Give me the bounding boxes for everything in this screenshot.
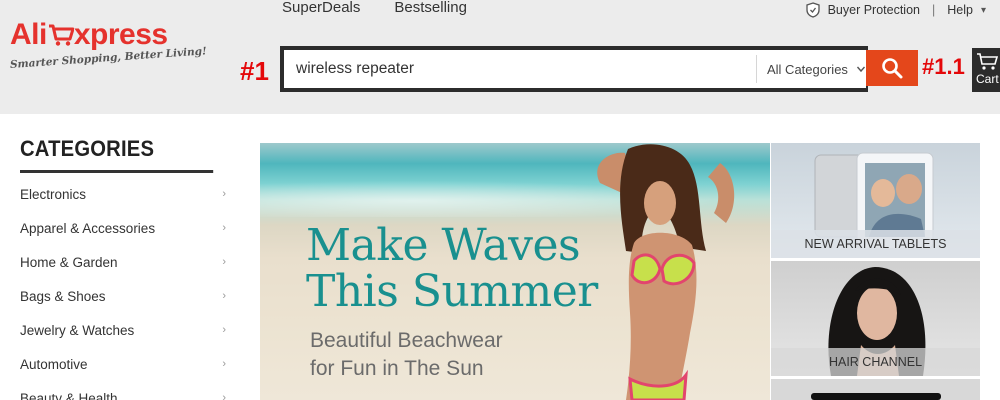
utility-separator: | — [932, 3, 936, 17]
nav-superdeals-link[interactable]: SuperDeals — [282, 0, 360, 20]
chevron-right-icon: › — [222, 392, 226, 400]
cart-button[interactable]: Cart — [972, 48, 1000, 92]
category-item-label: Apparel & Accessories — [20, 220, 156, 236]
banner-subheadline: Beautiful Beachwear for Fun in The Sun — [310, 327, 503, 383]
search-annotation-label: #1 — [240, 56, 269, 86]
category-item-beauty-health[interactable]: Beauty & Health › — [20, 381, 230, 400]
category-item-label: Automotive — [20, 356, 88, 372]
promo-tiles: NEW ARRIVAL TABLETS HAIR CHANNEL — [771, 143, 980, 400]
cart-icon — [977, 53, 999, 70]
search-icon — [882, 58, 903, 79]
tile-partial[interactable] — [771, 379, 980, 400]
top-nav: SuperDeals Bestselling — [282, 0, 467, 20]
chevron-right-icon: › — [222, 358, 226, 370]
buyer-protection-link[interactable]: Buyer Protection — [828, 3, 920, 17]
categories-list: Electronics › Apparel & Accessories › Home… — [20, 177, 230, 400]
chevron-right-icon: › — [222, 290, 226, 302]
category-item-apparel[interactable]: Apparel & Accessories › — [20, 211, 230, 245]
tile-label: NEW ARRIVAL TABLETS — [771, 230, 980, 258]
category-item-label: Bags & Shoes — [20, 288, 106, 304]
category-select-label: All Categories — [767, 61, 848, 77]
categories-title: CATEGORIES — [20, 136, 214, 173]
chevron-right-icon: › — [222, 256, 226, 268]
site-header: Ali xpress Smarter Shopping, Better Livin… — [0, 0, 1000, 114]
logo-text-ali: Ali — [10, 18, 47, 51]
tile-partial-image — [811, 393, 941, 400]
chevron-right-icon: › — [222, 222, 226, 234]
chevron-down-icon — [856, 66, 865, 73]
chevron-right-icon: › — [222, 324, 226, 336]
search-button[interactable] — [866, 50, 918, 86]
search-field-wrapper: All Categories — [284, 50, 866, 88]
nav-bestselling-link[interactable]: Bestselling — [394, 0, 467, 20]
banner-headline-line-2: This Summer — [306, 266, 598, 317]
banner-subheadline-line-1: Beautiful Beachwear — [310, 329, 503, 352]
category-item-label: Electronics — [20, 186, 87, 202]
tile-label: HAIR CHANNEL — [771, 348, 980, 376]
search-bar: All Categories — [280, 46, 868, 92]
category-item-label: Jewelry & Watches — [20, 322, 135, 338]
categories-panel: CATEGORIES Electronics › Apparel & Access… — [20, 136, 230, 400]
banner-subheadline-line-2: for Fun in The Sun — [310, 357, 484, 380]
banner-headline: Make Waves This Summer — [306, 223, 598, 315]
help-caret-icon[interactable]: ▾ — [981, 5, 986, 16]
chevron-right-icon: › — [222, 188, 226, 200]
help-link[interactable]: Help — [947, 3, 973, 17]
category-item-label: Beauty & Health — [20, 390, 118, 400]
category-item-bags-shoes[interactable]: Bags & Shoes › — [20, 279, 230, 313]
category-item-home-garden[interactable]: Home & Garden › — [20, 245, 230, 279]
utility-links: Buyer Protection | Help ▾ — [805, 2, 986, 18]
tile-new-arrival-tablets[interactable]: NEW ARRIVAL TABLETS — [771, 143, 980, 258]
button-annotation-label: #1.1 — [922, 54, 965, 79]
category-select[interactable]: All Categories — [756, 55, 866, 83]
category-item-electronics[interactable]: Electronics › — [20, 177, 230, 211]
category-item-automotive[interactable]: Automotive › — [20, 347, 230, 381]
tile-hair-channel[interactable]: HAIR CHANNEL — [771, 261, 980, 376]
category-item-jewelry-watches[interactable]: Jewelry & Watches › — [20, 313, 230, 347]
logo-cart-icon — [48, 24, 74, 46]
banner-headline-line-1: Make Waves — [306, 220, 581, 271]
cart-label: Cart — [976, 72, 999, 86]
promo-banner[interactable]: Make Waves This Summer Beautiful Beachwe… — [260, 143, 770, 400]
aliexpress-logo[interactable]: Ali xpress Smarter Shopping, Better Livin… — [10, 18, 207, 88]
shield-icon — [805, 2, 820, 18]
category-item-label: Home & Garden — [20, 254, 118, 270]
search-input[interactable] — [284, 50, 756, 88]
